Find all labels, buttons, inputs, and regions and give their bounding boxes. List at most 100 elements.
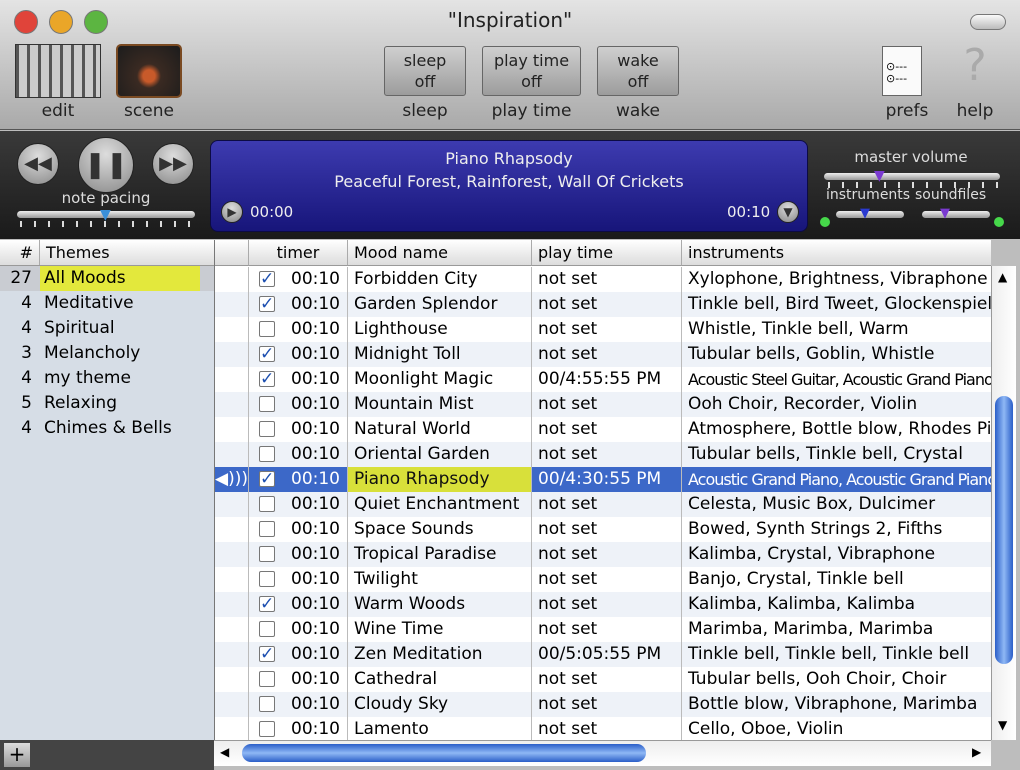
scene-label[interactable]: scene <box>110 101 188 121</box>
timer-checkbox[interactable] <box>259 546 275 562</box>
play-icon[interactable]: ▶ <box>221 201 243 223</box>
table-row[interactable]: 00:10 Space Sounds not set Bowed, Synth … <box>215 517 991 542</box>
timer-checkbox[interactable]: ✓ <box>259 596 275 613</box>
table-row[interactable]: 00:10 Mountain Mist not set Ooh Choir, R… <box>215 392 991 417</box>
timer-checkbox[interactable] <box>259 321 275 337</box>
table-row[interactable]: 00:10 Twilight not set Banjo, Crystal, T… <box>215 567 991 592</box>
sleep-button[interactable]: sleep off <box>384 46 466 96</box>
table-row[interactable]: 00:10 ✓ Garden Splendor not set Tinkle b… <box>215 292 991 317</box>
instruments-thumb[interactable]: ▼ <box>860 206 870 221</box>
playing-column-header[interactable] <box>215 240 249 266</box>
table-row[interactable]: 00:10 ✓ Forbidden City not set Xylophone… <box>215 267 991 292</box>
prefs-label[interactable]: prefs <box>872 101 942 121</box>
theme-name: Relaxing <box>44 393 117 413</box>
table-row[interactable]: 00:10 Lighthouse not set Whistle, Tinkle… <box>215 317 991 342</box>
play-time-cell: not set <box>532 342 682 367</box>
theme-count: 27 <box>10 268 32 288</box>
timer-checkbox[interactable] <box>259 721 275 737</box>
fast-forward-button[interactable]: ▶▶ <box>152 143 194 185</box>
pause-button[interactable]: ❚❚ <box>78 137 134 193</box>
instruments-cell: Banjo, Crystal, Tinkle bell <box>682 567 991 592</box>
note-pacing-thumb[interactable]: ▼ <box>100 207 111 223</box>
theme-item[interactable]: 4 my theme <box>0 366 214 391</box>
table-row[interactable]: 00:10 Cathedral not set Tubular bells, O… <box>215 667 991 692</box>
scene-icon[interactable] <box>116 44 182 98</box>
table-row[interactable]: 00:10 ✓ Warm Woods not set Kalimba, Kali… <box>215 592 991 617</box>
theme-item[interactable]: 4 Meditative <box>0 291 214 316</box>
count-column-header[interactable]: # <box>0 240 40 265</box>
master-volume-slider[interactable] <box>824 173 1000 180</box>
timer-checkbox[interactable]: ✓ <box>259 646 275 663</box>
playing-cell <box>215 417 249 442</box>
timer-checkbox[interactable] <box>259 671 275 687</box>
timer-checkbox[interactable]: ✓ <box>259 296 275 313</box>
theme-item[interactable]: 3 Melancholy <box>0 341 214 366</box>
sleep-button-title: sleep <box>403 51 447 70</box>
timer-checkbox[interactable] <box>259 421 275 437</box>
scroll-right-arrow[interactable]: ▶ <box>972 745 981 759</box>
timer-checkbox[interactable] <box>259 396 275 412</box>
table-row[interactable]: 00:10 ✓ Zen Meditation 00/5:05:55 PM Tin… <box>215 642 991 667</box>
timer-checkbox[interactable]: ✓ <box>259 371 275 388</box>
rewind-button[interactable]: ◀◀ <box>17 143 59 185</box>
timer-checkbox[interactable] <box>259 446 275 462</box>
table-row[interactable]: 00:10 Natural World not set Atmosphere, … <box>215 417 991 442</box>
table-row[interactable]: 00:10 ✓ Moonlight Magic 00/4:55:55 PM Ac… <box>215 367 991 392</box>
timer-checkbox[interactable] <box>259 496 275 512</box>
timer-column-header[interactable]: timer <box>249 240 348 266</box>
table-row[interactable]: 00:10 Oriental Garden not set Tubular be… <box>215 442 991 467</box>
scroll-down-arrow[interactable]: ▼ <box>998 718 1007 732</box>
theme-item[interactable]: 4 Chimes & Bells <box>0 416 214 441</box>
vertical-scrollbar[interactable]: ▲ ▼ <box>991 266 1016 740</box>
timer-checkbox[interactable] <box>259 696 275 712</box>
play-time-cell: not set <box>532 567 682 592</box>
timer-checkbox[interactable] <box>259 621 275 637</box>
play-time-button[interactable]: play time off <box>482 46 581 96</box>
theme-item[interactable]: 27 All Moods <box>0 266 214 291</box>
table-row[interactable]: 00:10 Wine Time not set Marimba, Marimba… <box>215 617 991 642</box>
timer-checkbox[interactable] <box>259 571 275 587</box>
mood-name-column-header[interactable]: Mood name <box>348 240 532 266</box>
timer-checkbox[interactable]: ✓ <box>259 271 275 288</box>
timer-checkbox[interactable]: ✓ <box>259 471 275 488</box>
theme-item[interactable]: 5 Relaxing <box>0 391 214 416</box>
add-theme-button[interactable]: + <box>4 743 30 767</box>
table-row[interactable]: 00:10 Quiet Enchantment not set Celesta,… <box>215 492 991 517</box>
soundfiles-slider[interactable] <box>922 211 990 218</box>
master-volume-thumb[interactable]: ▼ <box>874 168 885 184</box>
horizontal-scrollbar[interactable]: ◀ ▶ <box>214 740 991 766</box>
toolbar-toggle-button[interactable] <box>970 14 1006 30</box>
themes-column-header[interactable]: Themes <box>40 240 110 265</box>
mixer-icon[interactable] <box>15 44 101 98</box>
table-row[interactable]: ◀))) 00:10 ✓ Piano Rhapsody 00/4:30:55 P… <box>215 467 991 492</box>
sleep-button-value: off <box>414 72 436 91</box>
timer-checkbox[interactable] <box>259 521 275 537</box>
vertical-scroll-thumb[interactable] <box>995 396 1013 664</box>
help-icon[interactable]: ? <box>955 40 995 91</box>
prefs-icon[interactable]: ⊙--- ⊙--- <box>882 46 922 96</box>
play-time-column-header[interactable]: play time <box>532 240 682 266</box>
theme-name: Melancholy <box>44 343 141 363</box>
scroll-left-arrow[interactable]: ◀ <box>220 745 229 759</box>
soundfiles-thumb[interactable]: ▼ <box>940 206 950 221</box>
scroll-up-arrow[interactable]: ▲ <box>998 270 1007 284</box>
wake-button[interactable]: wake off <box>597 46 679 96</box>
mood-name-cell: Space Sounds <box>348 517 532 542</box>
mood-name-cell: Mountain Mist <box>348 392 532 417</box>
instruments-cell: Atmosphere, Bottle blow, Rhodes Pian <box>682 417 991 442</box>
play-time-cell: 00/4:30:55 PM <box>532 467 682 492</box>
instruments-slider[interactable] <box>836 211 904 218</box>
theme-item[interactable]: 4 Spiritual <box>0 316 214 341</box>
table-row[interactable]: 00:10 ✓ Midnight Toll not set Tubular be… <box>215 342 991 367</box>
play-time-cell: not set <box>532 292 682 317</box>
edit-label[interactable]: edit <box>15 101 101 121</box>
speaker-icon: ◀))) <box>215 467 249 492</box>
timer-checkbox[interactable]: ✓ <box>259 346 275 363</box>
table-row[interactable]: 00:10 Lamento not set Cello, Oboe, Violi… <box>215 717 991 740</box>
table-row[interactable]: 00:10 Cloudy Sky not set Bottle blow, Vi… <box>215 692 991 717</box>
instruments-column-header[interactable]: instruments <box>682 240 991 266</box>
horizontal-scroll-thumb[interactable] <box>242 744 646 762</box>
help-label[interactable]: help <box>945 101 1005 121</box>
table-row[interactable]: 00:10 Tropical Paradise not set Kalimba,… <box>215 542 991 567</box>
dropdown-icon[interactable]: ▼ <box>777 201 799 223</box>
